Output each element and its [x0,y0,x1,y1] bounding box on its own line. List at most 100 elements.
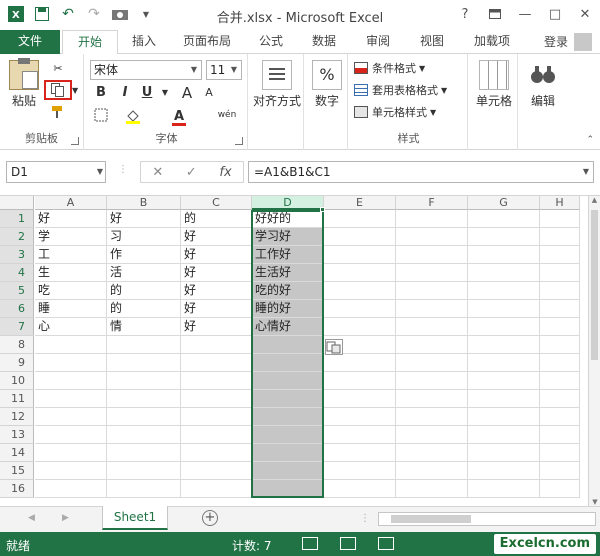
cell-c15[interactable] [181,462,252,480]
cell-c13[interactable] [181,426,252,444]
cell-b13[interactable] [107,426,181,444]
cell-c1[interactable]: 的 [181,210,252,228]
cell-f7[interactable] [396,318,468,336]
conditional-format-button[interactable]: 条件格式 ▼ [354,58,425,78]
cell-c4[interactable]: 好 [181,264,252,282]
scroll-down-icon[interactable]: ▼ [589,498,600,506]
cell-a14[interactable] [35,444,107,462]
cell-f5[interactable] [396,282,468,300]
cell-b10[interactable] [107,372,181,390]
cell-a1[interactable]: 好 [35,210,107,228]
cell-e10[interactable] [324,372,396,390]
fill-color-icon[interactable] [124,108,142,126]
horizontal-scrollbar[interactable] [378,512,596,526]
page-layout-view-icon[interactable] [340,537,356,550]
cell-a13[interactable] [35,426,107,444]
cell-b1[interactable]: 好 [107,210,181,228]
cell-g4[interactable] [468,264,540,282]
tab-view[interactable]: 视图 [408,30,456,54]
cell-f3[interactable] [396,246,468,264]
spreadsheet-grid[interactable]: A B C D E F G H 1 好好的好好的 2 学习好学习好 3 工作好工作好 4 生活好生活好 5 吃的好… [0,196,600,506]
cell-e16[interactable] [324,480,396,498]
cell-h15[interactable] [540,462,580,480]
row-header[interactable]: 1 [0,210,34,228]
row-header[interactable]: 8 [0,336,34,354]
cell-f16[interactable] [396,480,468,498]
cell-d5[interactable]: 吃的好 [252,282,324,300]
row-header[interactable]: 16 [0,480,34,498]
cell-c10[interactable] [181,372,252,390]
cell-f9[interactable] [396,354,468,372]
cell-g14[interactable] [468,444,540,462]
avatar[interactable] [574,33,592,51]
cell-d8[interactable] [252,336,324,354]
cell-g13[interactable] [468,426,540,444]
row-header[interactable]: 15 [0,462,34,480]
row-header[interactable]: 4 [0,264,34,282]
cell-d14[interactable] [252,444,324,462]
cell-b16[interactable] [107,480,181,498]
cell-d4[interactable]: 生活好 [252,264,324,282]
cell-a10[interactable] [35,372,107,390]
close-button[interactable]: ✕ [574,3,596,25]
cell-c8[interactable] [181,336,252,354]
cell-h9[interactable] [540,354,580,372]
cell-e15[interactable] [324,462,396,480]
cell-d9[interactable] [252,354,324,372]
normal-view-icon[interactable] [302,537,318,550]
cell-d11[interactable] [252,390,324,408]
cell-h2[interactable] [540,228,580,246]
formula-input[interactable]: =A1&B1&C1 ▼ [248,161,594,183]
sheet-prev-icon[interactable]: ◀ [28,513,35,523]
font-color-icon[interactable]: A [170,108,188,126]
add-sheet-button[interactable]: + [202,510,218,526]
cell-d13[interactable] [252,426,324,444]
cell-d6[interactable]: 睡的好 [252,300,324,318]
cell-e4[interactable] [324,264,396,282]
cell-e1[interactable] [324,210,396,228]
column-header-g[interactable]: G [468,196,540,210]
cell-d1[interactable]: 好好的 [252,210,324,228]
cell-a3[interactable]: 工 [35,246,107,264]
cell-h16[interactable] [540,480,580,498]
column-header-d[interactable]: D [252,196,324,210]
cell-e9[interactable] [324,354,396,372]
cell-f12[interactable] [396,408,468,426]
cell-b7[interactable]: 情 [107,318,181,336]
cell-f14[interactable] [396,444,468,462]
cell-h7[interactable] [540,318,580,336]
paste-options-icon[interactable] [325,339,343,355]
cell-b14[interactable] [107,444,181,462]
cell-g7[interactable] [468,318,540,336]
cell-h14[interactable] [540,444,580,462]
row-header[interactable]: 12 [0,408,34,426]
cell-e2[interactable] [324,228,396,246]
cell-f8[interactable] [396,336,468,354]
column-header-a[interactable]: A [35,196,107,210]
cell-b8[interactable] [107,336,181,354]
cell-a9[interactable] [35,354,107,372]
cell-a15[interactable] [35,462,107,480]
cell-d7[interactable]: 心情好 [252,318,324,336]
page-break-view-icon[interactable] [378,537,394,550]
cell-e11[interactable] [324,390,396,408]
cell-a4[interactable]: 生 [35,264,107,282]
cancel-icon[interactable]: ✕ [152,165,163,180]
row-header[interactable]: 7 [0,318,34,336]
cell-b9[interactable] [107,354,181,372]
phonetic-icon[interactable]: wén [214,106,240,124]
cell-c6[interactable]: 好 [181,300,252,318]
column-header-e[interactable]: E [324,196,396,210]
collapse-ribbon-icon[interactable]: ⌃ [586,135,594,145]
cells-button[interactable]: 单元格 [472,60,516,109]
cell-f2[interactable] [396,228,468,246]
row-header[interactable]: 3 [0,246,34,264]
cell-g8[interactable] [468,336,540,354]
cell-b15[interactable] [107,462,181,480]
border-icon[interactable] [92,108,110,126]
cell-h11[interactable] [540,390,580,408]
cell-f10[interactable] [396,372,468,390]
restore-button[interactable]: □ [544,3,566,25]
cell-b2[interactable]: 习 [107,228,181,246]
cell-h8[interactable] [540,336,580,354]
